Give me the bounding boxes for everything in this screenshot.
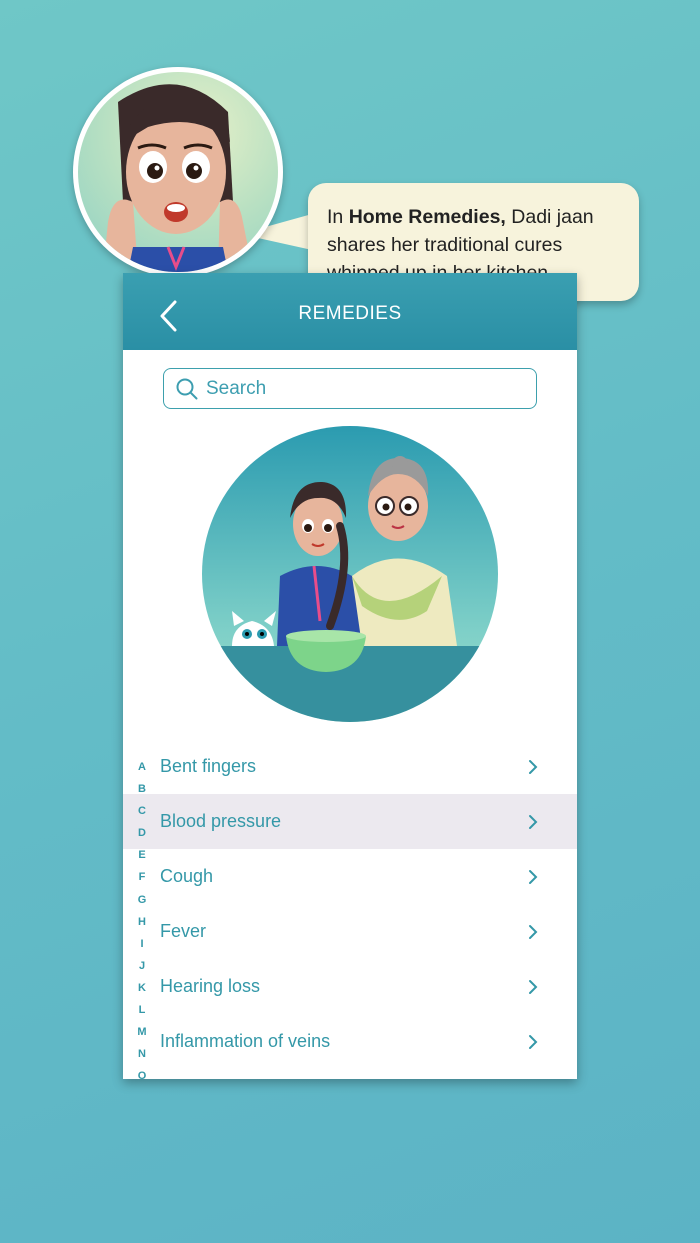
kitchen-illustration	[202, 426, 498, 722]
list-item-label: Bent fingers	[160, 756, 257, 776]
alphabet-index: A B C D E F G H I J K L M N O	[135, 756, 149, 1079]
chevron-right-icon	[529, 760, 538, 774]
list-item[interactable]: Cough	[123, 849, 577, 904]
alpha-index-letter[interactable]: F	[139, 866, 146, 888]
page-title: REMEDIES	[298, 303, 402, 324]
alpha-index-letter[interactable]: M	[137, 1021, 146, 1043]
list-item-label: Blood pressure	[160, 811, 282, 831]
list-item-label: Fever	[160, 921, 207, 941]
chevron-right-icon	[529, 815, 538, 829]
remedies-list: Bent fingers Blood pressure Cough Fever …	[123, 739, 577, 1069]
list-item[interactable]: Bent fingers	[123, 739, 577, 794]
bubble-text-prefix: In	[327, 206, 349, 228]
chevron-right-icon	[529, 1035, 538, 1049]
bubble-text-bold: Home Remedies,	[348, 206, 506, 228]
list-item[interactable]: Inflammation of veins	[123, 1014, 577, 1069]
list-item[interactable]: Hearing loss	[123, 959, 577, 1014]
list-item[interactable]: Blood pressure	[123, 794, 577, 849]
chevron-right-icon	[529, 980, 538, 994]
list-item-label: Hearing loss	[160, 976, 261, 996]
alpha-index-letter[interactable]: B	[138, 778, 146, 800]
character-avatar	[73, 67, 283, 277]
alpha-index-letter[interactable]: K	[138, 977, 146, 999]
chevron-right-icon	[529, 870, 538, 884]
alpha-index-letter[interactable]: N	[138, 1043, 146, 1065]
list-item-label: Inflammation of veins	[160, 1031, 331, 1051]
list-item-label: Cough	[160, 866, 214, 886]
list-item[interactable]: Fever	[123, 904, 577, 959]
search-icon	[176, 378, 198, 399]
alpha-index-letter[interactable]: A	[138, 756, 146, 778]
alpha-index-letter[interactable]: O	[138, 1065, 147, 1079]
alpha-index-letter[interactable]: J	[139, 955, 145, 977]
remedies-screen: REMEDIES Search Bent fingers Blood press…	[123, 273, 577, 1079]
chevron-right-icon	[529, 925, 538, 939]
alpha-index-letter[interactable]: L	[139, 999, 146, 1021]
alpha-index-letter[interactable]: D	[138, 822, 146, 844]
top-bar: REMEDIES	[123, 273, 577, 350]
search-input[interactable]	[206, 377, 506, 400]
search-bar[interactable]	[163, 368, 537, 409]
girl-character-illustration	[103, 84, 253, 272]
alpha-index-letter[interactable]: H	[138, 911, 146, 933]
alpha-index-letter[interactable]: I	[140, 933, 143, 955]
alpha-index-letter[interactable]: C	[138, 800, 146, 822]
alpha-index-letter[interactable]: G	[138, 889, 147, 911]
alpha-index-letter[interactable]: E	[138, 844, 145, 866]
